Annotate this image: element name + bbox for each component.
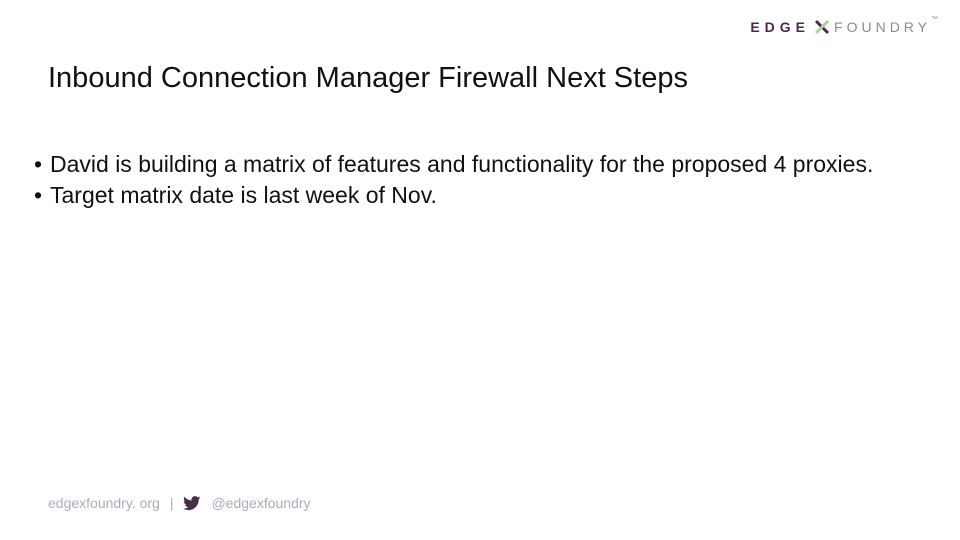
footer-separator: |	[170, 495, 174, 511]
twitter-icon	[183, 494, 201, 512]
list-item: David is building a matrix of features a…	[34, 150, 912, 179]
slide-content: David is building a matrix of features a…	[34, 150, 912, 213]
slide-title: Inbound Connection Manager Firewall Next…	[48, 62, 688, 95]
brand-logo-right: FOUNDRY	[834, 19, 931, 35]
slide: EDGE FOUNDRY ™ Inbound Connection Manage…	[0, 0, 960, 540]
brand-logo-tm: ™	[931, 16, 938, 23]
list-item: Target matrix date is last week of Nov.	[34, 181, 912, 210]
footer-handle: @edgexfoundry	[211, 495, 310, 511]
brand-logo-x-icon	[813, 18, 831, 36]
bullet-list: David is building a matrix of features a…	[34, 150, 912, 211]
brand-logo: EDGE FOUNDRY ™	[750, 18, 938, 36]
footer-site: edgexfoundry. org	[48, 495, 160, 511]
brand-logo-left: EDGE	[750, 19, 810, 35]
slide-footer: edgexfoundry. org | @edgexfoundry	[48, 494, 311, 512]
